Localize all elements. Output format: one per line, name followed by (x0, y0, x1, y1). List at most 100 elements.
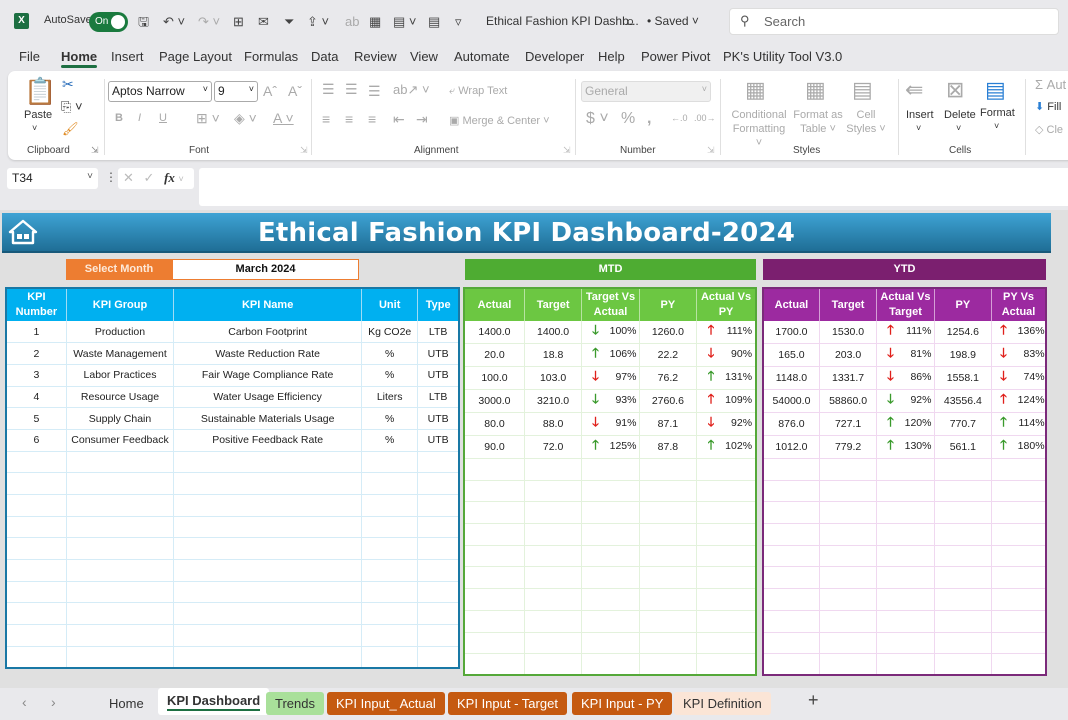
empty-cell[interactable] (173, 472, 363, 495)
empty-cell[interactable] (991, 653, 1047, 676)
empty-cell[interactable] (934, 588, 993, 611)
empty-cell[interactable] (819, 523, 878, 546)
empty-cell[interactable] (876, 566, 935, 590)
empty-cell[interactable] (819, 501, 878, 525)
empty-cell[interactable] (876, 458, 935, 481)
increase-indent-icon[interactable]: ⇥ (416, 111, 428, 128)
add-sheet-button[interactable]: + (808, 690, 819, 711)
empty-cell[interactable] (696, 653, 757, 676)
number-launcher-icon[interactable]: ⇲ (707, 145, 715, 156)
cell-styles-button[interactable]: Cell Styles ˅ (846, 108, 886, 136)
empty-cell[interactable] (819, 566, 878, 590)
empty-cell[interactable] (173, 581, 363, 604)
cell-styles-icon[interactable]: ▤ (852, 77, 873, 103)
empty-cell[interactable] (696, 501, 757, 525)
mtd-actual-cell[interactable]: 80.0 (464, 412, 525, 436)
sheet-tab-home[interactable]: Home (100, 692, 153, 715)
empty-cell[interactable] (763, 588, 820, 611)
mtd-target-cell[interactable]: 3210.0 (524, 389, 583, 413)
kpi-unit-cell[interactable]: Kg CO2e (361, 321, 419, 344)
email-icon[interactable]: ✉ (258, 12, 269, 32)
kpi-type-cell[interactable]: UTB (417, 342, 460, 365)
format-as-table-icon[interactable]: ▦ (805, 77, 826, 103)
empty-cell[interactable] (934, 545, 993, 568)
mtd-target-cell[interactable]: 103.0 (524, 366, 583, 390)
empty-cell[interactable] (876, 545, 935, 568)
kpi-unit-cell[interactable]: % (361, 429, 419, 452)
increase-decimal-icon[interactable]: ←.0 (671, 113, 688, 123)
empty-cell[interactable] (66, 602, 175, 626)
ytd-actual-cell[interactable]: 876.0 (763, 412, 820, 436)
kpi-num-cell[interactable]: 1 (6, 321, 67, 344)
empty-cell[interactable] (876, 632, 935, 655)
kpi-group-cell[interactable]: Consumer Feedback (66, 429, 175, 452)
empty-cell[interactable] (417, 537, 460, 561)
formula-bar-handle[interactable]: ⋮ (105, 170, 117, 184)
paste-icon[interactable]: 📋 (24, 76, 56, 107)
empty-cell[interactable] (173, 516, 363, 539)
empty-cell[interactable] (66, 516, 175, 539)
kpi-group-cell[interactable]: Waste Management (66, 342, 175, 365)
sheet-tab-kpi-input-py[interactable]: KPI Input - PY (572, 692, 673, 715)
align-left-icon[interactable]: ≡ (322, 111, 330, 127)
empty-cell[interactable] (464, 480, 525, 503)
undo-icon[interactable]: ↶ ˅ (163, 12, 185, 32)
empty-cell[interactable] (763, 501, 820, 525)
ytd-py-cell[interactable]: 198.9 (934, 343, 993, 367)
empty-cell[interactable] (361, 581, 419, 604)
clipboard-launcher-icon[interactable]: ⇲ (91, 145, 99, 156)
ytd-target-cell[interactable]: 1530.0 (819, 321, 878, 344)
search-box[interactable]: ⚲ Search (729, 8, 1059, 35)
spelling-icon[interactable]: ab (345, 12, 359, 32)
menu-page-layout[interactable]: Page Layout (159, 49, 232, 64)
format-button[interactable]: Format (980, 107, 1015, 119)
empty-cell[interactable] (819, 653, 878, 676)
empty-cell[interactable] (581, 566, 640, 590)
empty-cell[interactable] (361, 624, 419, 647)
empty-cell[interactable] (361, 494, 419, 517)
merge-center-button[interactable]: ▣ Merge & Center ˅ (449, 114, 550, 127)
empty-cell[interactable] (991, 566, 1047, 590)
empty-cell[interactable] (696, 610, 757, 633)
kpi-name-cell[interactable]: Sustainable Materials Usage (173, 407, 363, 430)
insert-cells-icon[interactable]: ⇚ (905, 77, 923, 103)
wrap-text-button[interactable]: ⤶ Wrap Text (449, 85, 507, 98)
empty-cell[interactable] (6, 451, 67, 474)
align-center-icon[interactable]: ≡ (345, 111, 353, 127)
empty-cell[interactable] (417, 516, 460, 539)
ytd-actual-cell[interactable]: 1012.0 (763, 435, 820, 459)
empty-cell[interactable] (6, 624, 67, 647)
empty-cell[interactable] (991, 501, 1047, 525)
kpi-unit-cell[interactable]: % (361, 364, 419, 387)
mtd-target-cell[interactable]: 88.0 (524, 412, 583, 436)
empty-cell[interactable] (991, 610, 1047, 633)
empty-cell[interactable] (819, 458, 878, 481)
empty-cell[interactable] (6, 537, 67, 561)
kpi-type-cell[interactable]: UTB (417, 429, 460, 452)
empty-cell[interactable] (361, 537, 419, 561)
kpi-num-cell[interactable]: 2 (6, 342, 67, 365)
ytd-py-cell[interactable]: 770.7 (934, 412, 993, 436)
kpi-name-cell[interactable]: Positive Feedback Rate (173, 429, 363, 452)
mtd-actual-cell[interactable]: 100.0 (464, 366, 525, 390)
empty-cell[interactable] (524, 480, 583, 503)
table-icon[interactable]: ▦ (369, 12, 381, 32)
empty-cell[interactable] (763, 566, 820, 590)
mtd-py-cell[interactable]: 87.8 (639, 435, 698, 459)
empty-cell[interactable] (417, 472, 460, 495)
empty-cell[interactable] (361, 559, 419, 582)
ytd-target-cell[interactable]: 58860.0 (819, 389, 878, 413)
empty-cell[interactable] (464, 523, 525, 546)
empty-cell[interactable] (464, 610, 525, 633)
decrease-font-icon[interactable]: Aˇ (288, 83, 302, 99)
mtd-target-cell[interactable]: 18.8 (524, 343, 583, 367)
kpi-type-cell[interactable]: LTB (417, 321, 460, 344)
empty-cell[interactable] (639, 523, 698, 546)
kpi-name-cell[interactable]: Waste Reduction Rate (173, 342, 363, 365)
empty-cell[interactable] (991, 523, 1047, 546)
menu-automate[interactable]: Automate (454, 49, 510, 64)
font-size-select[interactable]: 9 ˅ (214, 81, 258, 102)
empty-cell[interactable] (361, 472, 419, 495)
empty-cell[interactable] (639, 566, 698, 590)
redo-icon[interactable]: ↷ ˅ (198, 12, 220, 32)
